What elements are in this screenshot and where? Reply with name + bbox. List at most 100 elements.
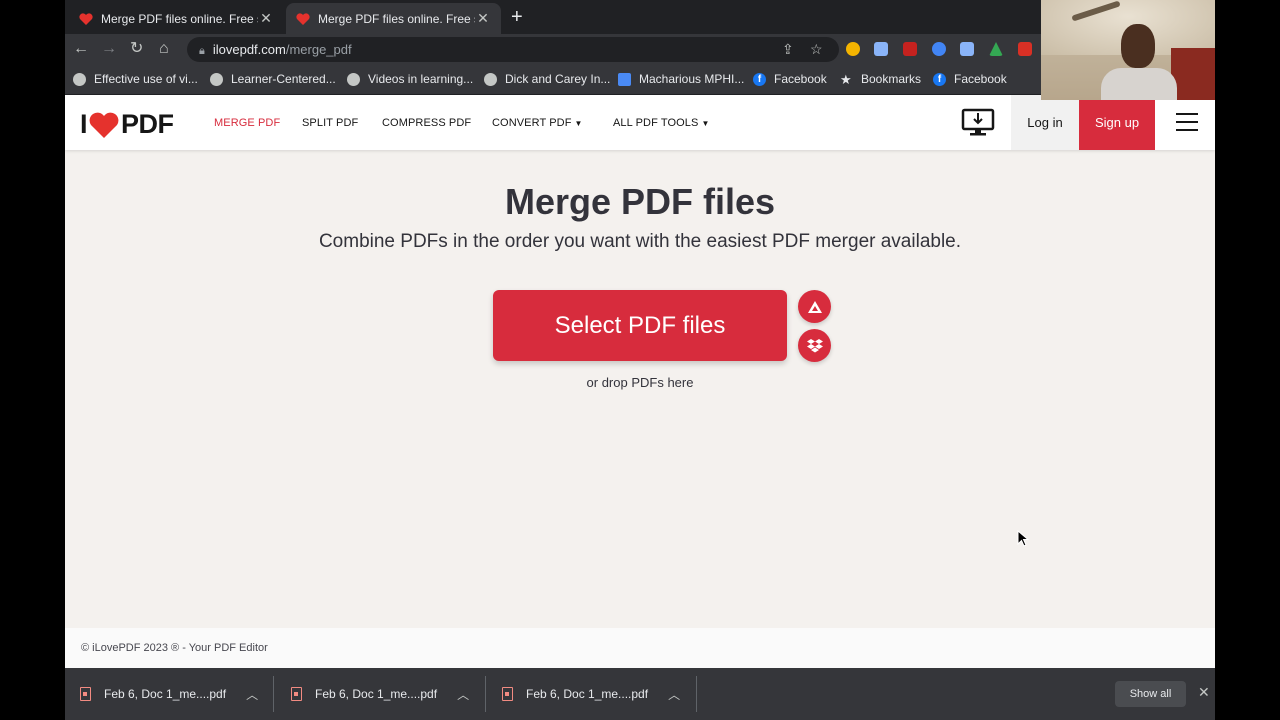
google-drive-icon — [807, 300, 822, 313]
nav-convert-label: CONVERT PDF — [492, 117, 572, 129]
nav-merge-pdf[interactable]: MERGE PDF — [214, 117, 280, 129]
tab-close-icon[interactable]: ✕ — [475, 10, 491, 27]
download-item[interactable]: Feb 6, Doc 1_me....pdf ︿ — [291, 668, 469, 720]
extension-icon[interactable] — [874, 42, 888, 56]
download-filename: Feb 6, Doc 1_me....pdf — [526, 687, 649, 701]
mouse-cursor-icon — [1017, 530, 1029, 547]
address-bar[interactable]: 🔒︎ ilovepdf.com/merge_pdf ⇪ ☆ — [187, 37, 839, 62]
bookmark-item[interactable]: f Facebook — [753, 72, 827, 86]
reload-icon[interactable]: ↻ — [130, 39, 143, 59]
download-shelf: Feb 6, Doc 1_me....pdf ︿ Feb 6, Doc 1_me.… — [65, 668, 1215, 720]
nav-convert-pdf[interactable]: CONVERT PDF ▼ — [492, 117, 583, 129]
bookmark-label: Learner-Centered... — [231, 72, 336, 86]
nav-compress-pdf[interactable]: COMPRESS PDF — [382, 117, 471, 129]
bookmark-item[interactable]: Dick and Carey In... — [484, 72, 610, 86]
logo-text-left: I — [80, 109, 88, 139]
login-button[interactable]: Log in — [1011, 95, 1079, 150]
divider — [485, 676, 486, 712]
show-all-downloads-button[interactable]: Show all — [1115, 681, 1186, 707]
site-footer: © iLovePDF 2023 ® - Your PDF Editor — [65, 628, 1215, 668]
tab-close-icon[interactable]: ✕ — [258, 10, 274, 27]
ilovepdf-logo[interactable]: I PDF — [80, 109, 174, 140]
dropbox-button[interactable] — [798, 329, 831, 362]
divider — [273, 676, 274, 712]
extension-icon[interactable] — [846, 42, 860, 56]
bookmark-label: Facebook — [774, 72, 827, 86]
caret-down-icon: ▼ — [574, 119, 583, 128]
home-icon[interactable]: ⌂ — [159, 39, 169, 59]
globe-icon — [347, 72, 360, 86]
bookmark-label: Macharious MPHI... — [639, 72, 745, 86]
nav-split-pdf[interactable]: SPLIT PDF — [302, 117, 358, 129]
select-pdf-files-button[interactable]: Select PDF files — [493, 290, 787, 361]
globe-icon — [210, 72, 223, 86]
download-item[interactable]: Feb 6, Doc 1_me....pdf ︿ — [502, 668, 680, 720]
facebook-icon: f — [753, 72, 766, 86]
download-filename: Feb 6, Doc 1_me....pdf — [315, 687, 438, 701]
download-item[interactable]: Feb 6, Doc 1_me....pdf ︿ — [80, 668, 258, 720]
url-path: /merge_pdf — [285, 42, 352, 57]
forward-arrow-icon[interactable]: → — [101, 39, 117, 59]
webcam-overlay — [1041, 0, 1215, 100]
lock-icon: 🔒︎ — [199, 45, 205, 57]
close-icon[interactable]: ✕ — [1198, 684, 1210, 701]
bookmark-item[interactable]: Learner-Centered... — [210, 72, 336, 86]
extension-icon[interactable] — [932, 42, 946, 56]
download-filename: Feb 6, Doc 1_me....pdf — [104, 687, 227, 701]
chevron-up-icon[interactable]: ︿ — [668, 686, 680, 703]
google-drive-button[interactable] — [798, 290, 831, 323]
heart-icon — [89, 112, 119, 138]
extension-icon[interactable] — [960, 42, 974, 56]
bookmark-star-icon[interactable]: ☆ — [810, 37, 823, 62]
page-title: Merge PDF files — [504, 181, 776, 222]
star-icon: ★ — [840, 71, 852, 87]
footer-copyright: © iLovePDF 2023 ® - Your PDF Editor — [81, 642, 268, 654]
bookmark-item[interactable]: ★ Bookmarks — [840, 72, 921, 86]
hamburger-menu-icon[interactable] — [1176, 113, 1198, 137]
browser-tab-2[interactable]: Merge PDF files online. Free se ✕ — [286, 3, 501, 34]
presenter-body — [1101, 68, 1177, 100]
screen: Merge PDF files online. Free se ✕ Merge … — [65, 0, 1215, 720]
caret-down-icon: ▼ — [701, 119, 710, 128]
tab-title: Merge PDF files online. Free se — [318, 11, 475, 26]
ilovepdf-heart-icon — [79, 12, 93, 25]
nav-all-tools-label: ALL PDF TOOLS — [613, 117, 699, 129]
drop-hint: or drop PDFs here — [586, 375, 694, 390]
bookmark-label: Facebook — [954, 72, 1007, 86]
google-drive-icon[interactable] — [989, 42, 1003, 56]
ilovepdf-heart-icon — [296, 12, 310, 25]
browser-tab-1[interactable]: Merge PDF files online. Free se ✕ — [69, 3, 284, 34]
divider — [696, 676, 697, 712]
bookmark-item[interactable]: f Facebook — [933, 72, 1007, 86]
url-domain: ilovepdf.com — [212, 42, 286, 57]
signup-button[interactable]: Sign up — [1079, 95, 1155, 150]
globe-icon — [73, 72, 86, 86]
facebook-icon: f — [933, 72, 946, 86]
bookmark-item[interactable]: Macharious MPHI... — [618, 72, 744, 86]
bookmark-label: Bookmarks — [861, 72, 922, 86]
bookmark-label: Effective use of vi... — [94, 72, 198, 86]
nav-all-pdf-tools[interactable]: ALL PDF TOOLS ▼ — [613, 117, 710, 129]
bookmark-label: Dick and Carey In... — [505, 72, 611, 86]
plus-icon: + — [511, 6, 523, 28]
globe-icon — [484, 72, 497, 86]
desktop-download-icon[interactable] — [961, 108, 995, 138]
doc-icon — [618, 72, 631, 86]
tab-title: Merge PDF files online. Free se — [101, 11, 258, 26]
extension-icon[interactable] — [903, 42, 917, 56]
pdf-file-icon — [80, 687, 91, 701]
bookmark-item[interactable]: Videos in learning... — [347, 72, 473, 86]
chevron-up-icon[interactable]: ︿ — [246, 686, 258, 703]
presenter-head — [1121, 24, 1155, 68]
page-subtitle: Combine PDFs in the order you want with … — [318, 231, 962, 252]
share-icon[interactable]: ⇪ — [782, 37, 794, 62]
chevron-up-icon[interactable]: ︿ — [457, 686, 469, 703]
back-arrow-icon[interactable]: ← — [73, 39, 89, 59]
bookmark-item[interactable]: Effective use of vi... — [73, 72, 198, 86]
extension-icon[interactable] — [1018, 42, 1032, 56]
dropbox-icon — [806, 338, 823, 352]
site-header: I PDF MERGE PDF SPLIT PDF COMPRESS PDF C… — [65, 95, 1215, 150]
bookmark-label: Videos in learning... — [368, 72, 474, 86]
pdf-file-icon — [291, 687, 302, 701]
new-tab-button[interactable]: + — [511, 6, 523, 28]
